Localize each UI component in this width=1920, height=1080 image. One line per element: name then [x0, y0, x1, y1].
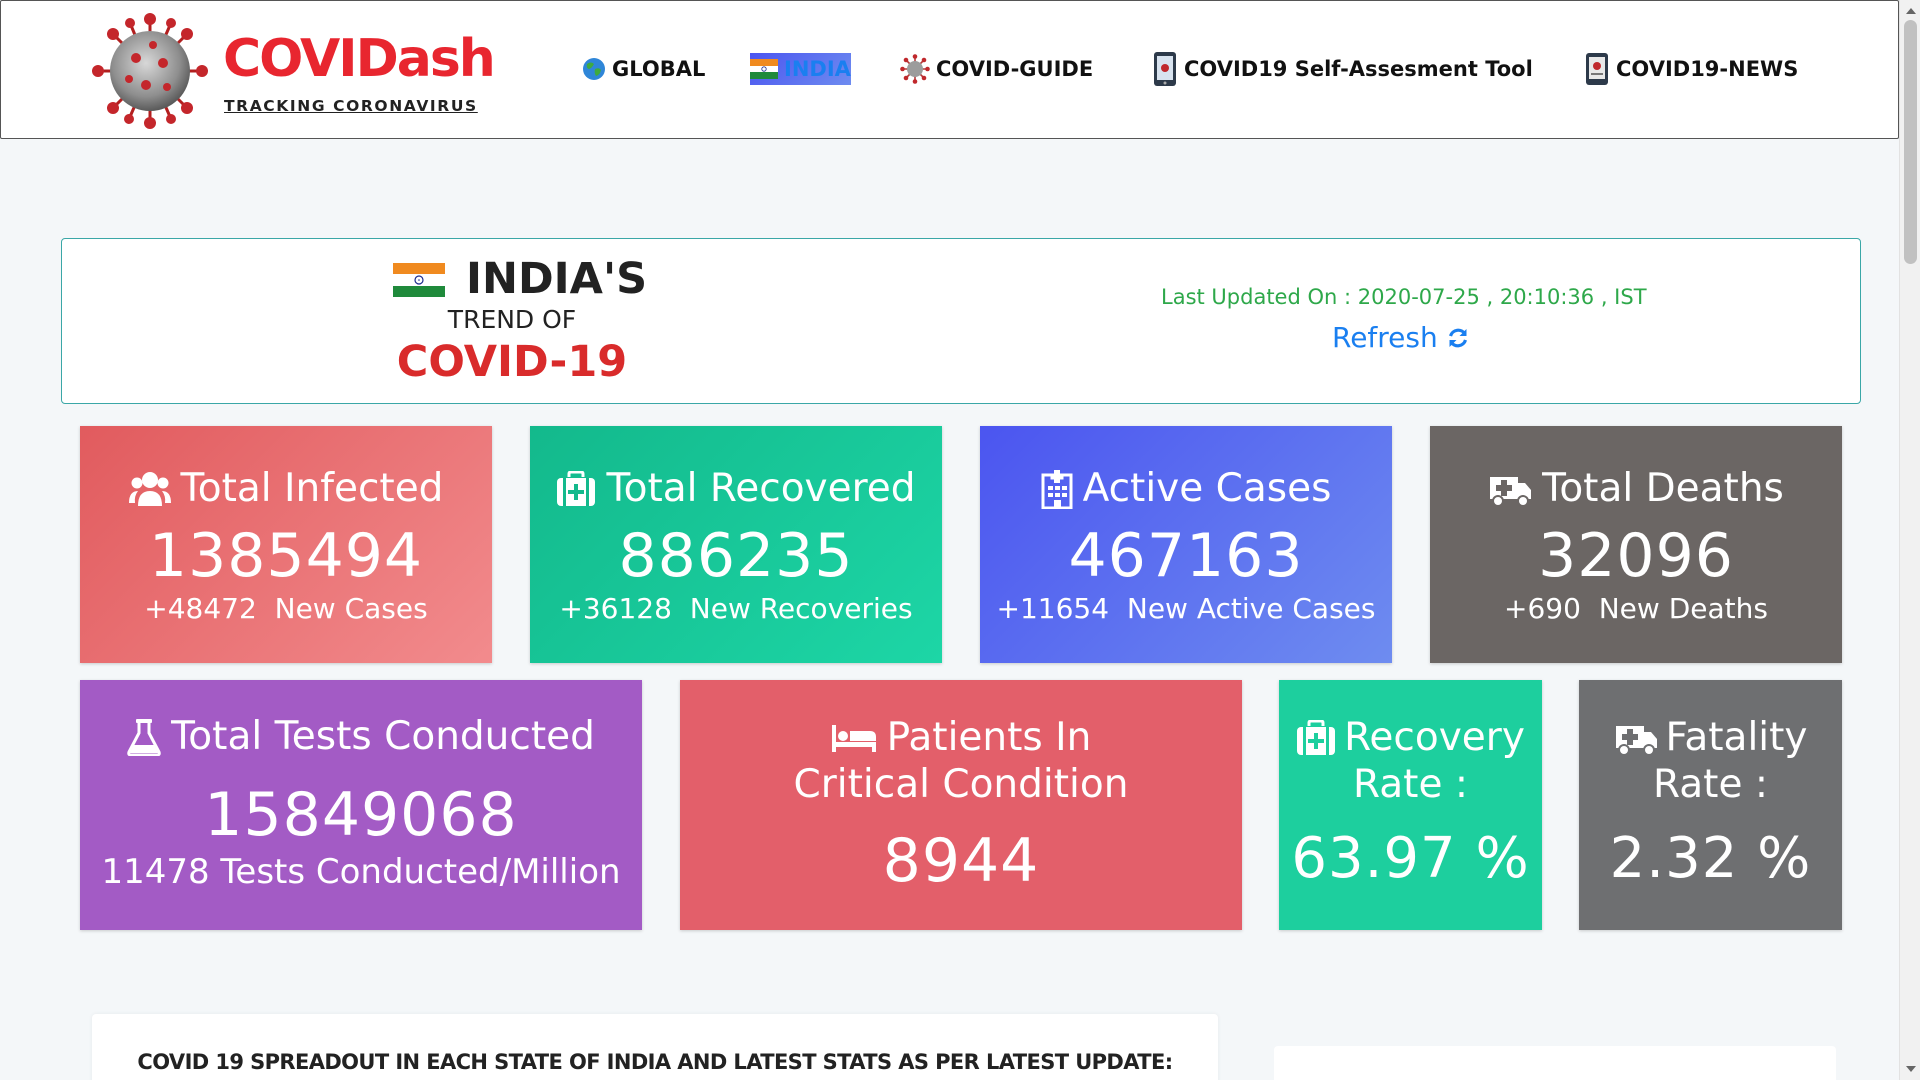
card-title-line2: Critical Condition — [793, 762, 1129, 807]
tests-per-million: 11478 Tests Conducted/Million — [101, 852, 621, 892]
card-fatality-rate: Fatality Rate : 2.32 % — [1579, 680, 1842, 930]
card-title-line1: Recovery — [1344, 715, 1525, 760]
card-recovery-rate: Recovery Rate : 63.97 % — [1279, 680, 1542, 930]
card-title: Total Recovered — [530, 466, 942, 511]
scrollbar-thumb[interactable] — [1904, 20, 1917, 264]
card-title-label: Total Tests Conducted — [171, 714, 595, 759]
delta-value: +36128 — [559, 592, 672, 625]
ambulance-icon — [1615, 725, 1657, 756]
coronavirus-logo-icon — [92, 13, 208, 129]
last-updated: Last Updated On : 2020-07-25 , 20:10:36 … — [1161, 285, 1647, 309]
card-title-line2: Rate : — [1353, 762, 1468, 807]
refresh-label: Refresh — [1332, 321, 1438, 354]
card-value: 1385494 — [148, 521, 424, 591]
card-critical-condition: Patients In Critical Condition 8944 — [680, 680, 1242, 930]
state-stats-heading: COVID 19 SPREADOUT IN EACH STATE OF INDI… — [137, 1050, 1173, 1074]
last-updated-value: 2020-07-25 , 20:10:36 , IST — [1357, 285, 1647, 309]
card-value: 467163 — [1068, 521, 1304, 591]
nav-self-assessment[interactable]: COVID19 Self-Assesment Tool — [1152, 52, 1533, 86]
page-subtitle: TREND OF — [447, 305, 577, 334]
card-delta: +11654 New Active Cases — [980, 592, 1392, 625]
india-flag-icon — [750, 59, 778, 79]
chevron-up-icon — [1905, 8, 1916, 14]
state-stats-panel: COVID 19 SPREADOUT IN EACH STATE OF INDI… — [92, 1014, 1218, 1080]
globe-icon — [583, 58, 605, 80]
card-value: 2.32 % — [1609, 826, 1812, 891]
delta-value: +48472 — [144, 592, 257, 625]
virus-icon — [900, 54, 930, 84]
card-title-label: Active Cases — [1082, 466, 1332, 511]
hospital-icon — [1041, 469, 1073, 509]
delta-label: New Recoveries — [689, 592, 913, 625]
delta-label: New Deaths — [1598, 592, 1768, 625]
nav-covid-news[interactable]: COVID19-NEWS — [1584, 53, 1798, 85]
nav-india-label: INDIA — [784, 57, 851, 81]
card-value: 886235 — [618, 521, 854, 591]
card-title-line1: Patients In — [886, 715, 1092, 760]
card-total-recovered: Total Recovered 886235 +36128 New Recove… — [530, 426, 942, 663]
nav-global[interactable]: GLOBAL — [582, 53, 705, 85]
card-total-infected: Total Infected 1385494 +48472 New Cases — [80, 426, 492, 663]
side-panel — [1274, 1046, 1836, 1080]
delta-value: +690 — [1504, 592, 1581, 625]
card-title: Fatality Rate : — [1579, 714, 1842, 808]
nav-self-assessment-label: COVID19 Self-Assesment Tool — [1184, 57, 1533, 81]
card-title: Recovery Rate : — [1279, 714, 1542, 808]
page-title: INDIA'S — [466, 254, 648, 304]
card-title: Total Deaths — [1430, 466, 1842, 511]
card-title-line2: Rate : — [1653, 762, 1768, 807]
scroll-up-button[interactable] — [1900, 2, 1920, 20]
vertical-scrollbar[interactable] — [1899, 0, 1920, 1080]
nav-covid-guide-label: COVID-GUIDE — [936, 57, 1094, 81]
card-delta: +48472 New Cases — [80, 592, 492, 625]
news-phone-icon — [1586, 53, 1608, 85]
top-navbar: COVIDash TRACKING CORONAVIRUS GLOBAL IND… — [0, 0, 1899, 139]
delta-label: New Cases — [274, 592, 428, 625]
card-delta: +690 New Deaths — [1430, 592, 1842, 625]
refresh-icon — [1448, 328, 1467, 347]
card-title: Total Tests Conducted — [80, 714, 642, 759]
brand-name: COVIDash — [223, 29, 496, 89]
card-title-label: Total Recovered — [606, 466, 916, 511]
nav-india[interactable]: INDIA — [750, 53, 851, 85]
nav-covid-guide[interactable]: COVID-GUIDE — [900, 53, 1093, 85]
phone-test-icon — [1154, 52, 1176, 86]
nav-global-label: GLOBAL — [612, 57, 706, 81]
card-value: 8944 — [882, 826, 1040, 896]
card-value: 32096 — [1538, 521, 1734, 591]
card-title: Active Cases — [980, 466, 1392, 511]
bed-icon — [831, 724, 876, 752]
medkit-icon — [1297, 719, 1336, 755]
flask-icon — [127, 718, 161, 756]
card-value: 15849068 — [204, 780, 518, 850]
refresh-button[interactable]: Refresh — [1332, 321, 1470, 354]
ambulance-icon — [1490, 476, 1532, 507]
card-active-cases: Active Cases 467163 +11654 New Active Ca… — [980, 426, 1392, 663]
scroll-down-button[interactable] — [1900, 1060, 1920, 1078]
india-flag-icon — [393, 263, 445, 297]
medkit-icon — [557, 470, 596, 506]
nav-covid-news-label: COVID19-NEWS — [1616, 57, 1799, 81]
delta-value: +11654 — [996, 592, 1110, 625]
card-title-label: Total Deaths — [1542, 466, 1784, 511]
users-icon — [128, 471, 171, 506]
card-title: Patients In Critical Condition — [680, 714, 1242, 808]
card-delta: +36128 New Recoveries — [530, 592, 942, 625]
brand-tagline: TRACKING CORONAVIRUS — [224, 97, 478, 115]
india-trend-header: INDIA'S TREND OF COVID-19 Last Updated O… — [61, 238, 1861, 404]
chevron-down-icon — [1905, 1066, 1916, 1072]
card-title: Total Infected — [80, 466, 492, 511]
card-total-deaths: Total Deaths 32096 +690 New Deaths — [1430, 426, 1842, 663]
card-value: 63.97 % — [1291, 826, 1530, 891]
card-title-label: Total Infected — [180, 466, 444, 511]
last-updated-label: Last Updated On : — [1161, 285, 1352, 309]
card-title-line1: Fatality — [1665, 715, 1808, 760]
card-total-tests: Total Tests Conducted 15849068 11478 Tes… — [80, 680, 642, 930]
delta-label: New Active Cases — [1126, 592, 1376, 625]
disease-title: COVID-19 — [396, 337, 628, 387]
